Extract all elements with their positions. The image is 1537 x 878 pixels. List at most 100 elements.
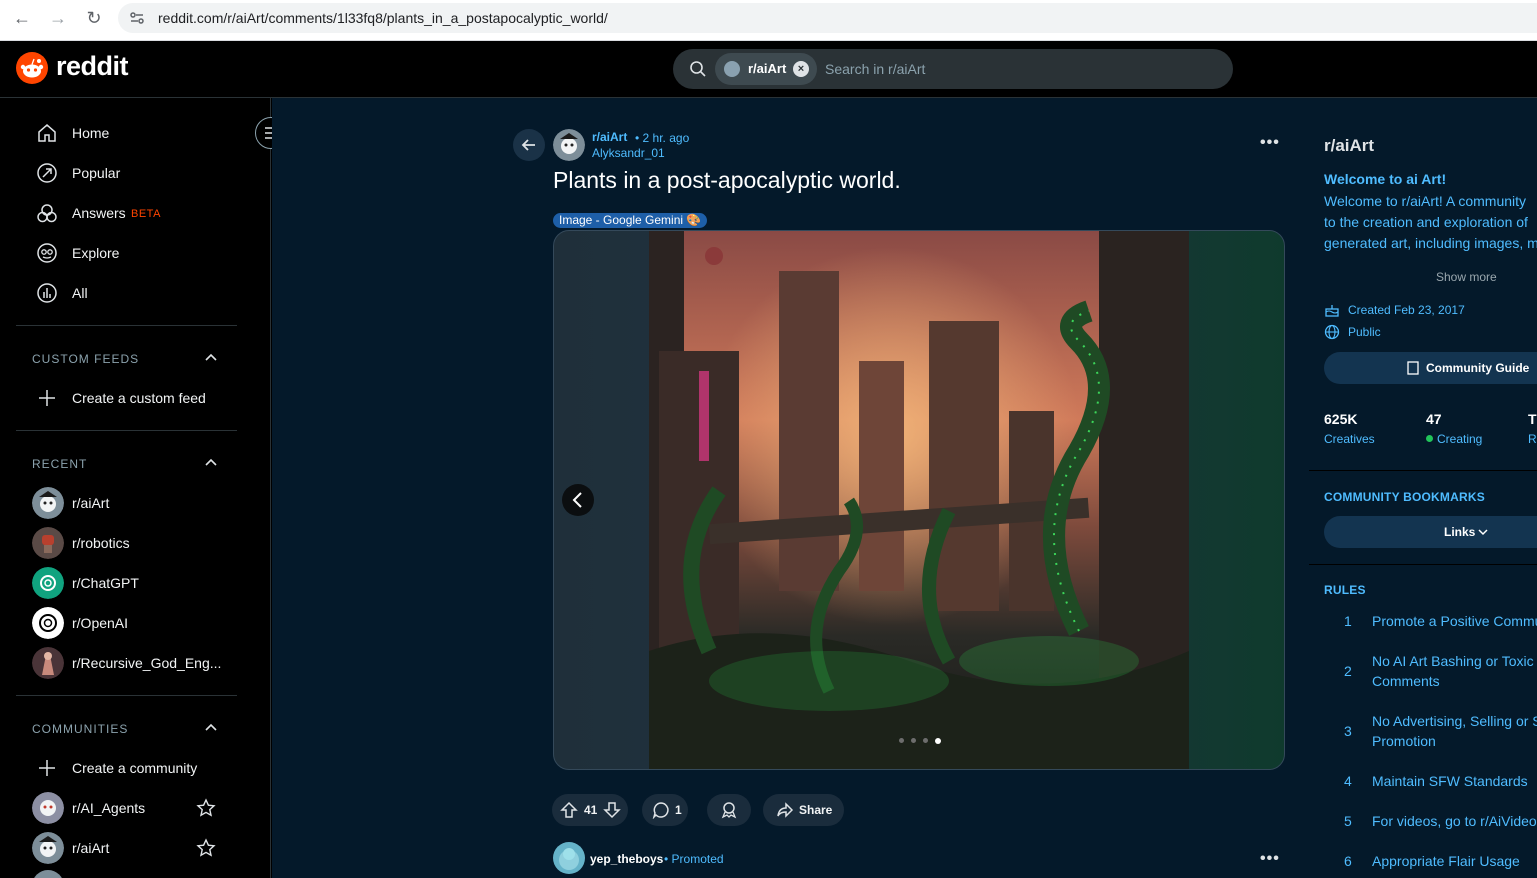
rule-text: No AI Art Bashing or Toxic xyxy=(1372,653,1534,669)
rule-text: For videos, go to r/AiVideo xyxy=(1372,813,1537,829)
browser-back-icon[interactable]: ← xyxy=(9,7,35,29)
custom-feeds-header[interactable]: CUSTOM FEEDS xyxy=(32,352,139,366)
left-sidebar: Home Popular Answers BETA Explore All CU… xyxy=(0,98,271,878)
cake-icon xyxy=(1325,305,1339,317)
sidebar-item-recent-openai[interactable]: r/OpenAI xyxy=(32,603,242,643)
chevron-down-icon xyxy=(1478,529,1488,536)
reddit-wordmark[interactable]: reddit xyxy=(56,51,129,82)
rule-number: 6 xyxy=(1344,853,1352,869)
sidebar-item-recent-chatgpt[interactable]: r/ChatGPT xyxy=(32,563,242,603)
search-bar[interactable]: r/aiArt × Search in r/aiArt xyxy=(673,49,1233,89)
sidebar-item-home[interactable]: Home xyxy=(32,113,242,153)
rule-item[interactable]: Appropriate Flair Usage xyxy=(1372,851,1520,871)
stat-members-value: 625K xyxy=(1324,411,1358,427)
rule-item[interactable]: Maintain SFW Standards xyxy=(1372,771,1528,791)
subreddit-avatar xyxy=(724,61,740,77)
create-custom-feed-button[interactable]: Create a custom feed xyxy=(32,378,242,418)
rule-item[interactable]: For videos, go to r/AiVideo xyxy=(1372,811,1537,831)
site-settings-icon[interactable] xyxy=(128,9,146,27)
browser-reload-icon[interactable]: ↻ xyxy=(81,7,107,29)
post-flair[interactable]: Image - Google Gemini 🎨 xyxy=(553,213,708,228)
browser-toolbar: ← → ↻ reddit.com/r/aiArt/comments/1l33fq… xyxy=(0,0,1537,41)
gallery-dot[interactable] xyxy=(935,737,941,744)
sidebar-item-popular[interactable]: Popular xyxy=(32,153,242,193)
description-line: generated art, including images, m xyxy=(1324,235,1537,251)
rule-text: Promotion xyxy=(1372,733,1436,749)
comments-button[interactable]: 1 xyxy=(642,794,688,826)
recent-header[interactable]: RECENT xyxy=(32,457,87,471)
more-options-icon[interactable]: ••• xyxy=(1260,134,1280,152)
community-description: Welcome to r/aiArt! A community to the c… xyxy=(1324,191,1537,254)
search-input[interactable]: Search in r/aiArt xyxy=(825,61,925,77)
promoted-avatar[interactable] xyxy=(553,842,585,874)
rule-item[interactable]: No AI Art Bashing or Toxic Comments xyxy=(1372,651,1534,691)
globe-icon xyxy=(1324,324,1340,340)
share-button[interactable]: Share xyxy=(763,794,844,826)
chevron-up-icon[interactable] xyxy=(203,720,219,736)
sidebar-item-recent-aiart[interactable]: r/aiArt xyxy=(32,483,242,523)
award-button[interactable] xyxy=(707,794,751,826)
gallery-previous-button[interactable] xyxy=(562,484,594,516)
sidebar-item-answers[interactable]: Answers BETA xyxy=(32,193,242,233)
sidebar-item-recent-robotics[interactable]: r/robotics xyxy=(32,523,242,563)
sidebar-item-all[interactable]: All xyxy=(32,273,242,313)
sidebar-divider xyxy=(16,430,237,431)
links-label: Links xyxy=(1444,525,1476,539)
community-guide-button[interactable]: Community Guide xyxy=(1324,352,1537,384)
promoted-user-link[interactable]: yep_theboys xyxy=(590,852,663,866)
show-more-button[interactable]: Show more xyxy=(1436,270,1497,284)
rule-item[interactable]: No Advertising, Selling or S Promotion xyxy=(1372,711,1537,751)
community-avatar[interactable] xyxy=(32,870,64,878)
chevron-up-icon[interactable] xyxy=(203,350,219,366)
star-icon[interactable] xyxy=(196,798,216,818)
browser-forward-icon[interactable]: → xyxy=(45,7,71,29)
sidebar-item-explore[interactable]: Explore xyxy=(32,233,242,273)
sidebar-divider xyxy=(16,325,237,326)
rule-item[interactable]: Promote a Positive Commu xyxy=(1372,611,1537,631)
create-community-label: Create a community xyxy=(72,760,198,776)
star-icon[interactable] xyxy=(196,838,216,858)
links-button[interactable]: Links xyxy=(1324,516,1537,548)
post-main: r/aiArt • 2 hr. ago Alyksandr_01 ••• Pla… xyxy=(272,98,1309,878)
sidebar-item-community-aiart[interactable]: r/aiArt xyxy=(32,828,242,868)
post-author-link[interactable]: Alyksandr_01 xyxy=(592,146,665,160)
rule-text: Comments xyxy=(1372,673,1440,689)
stat-rank-label: R xyxy=(1528,432,1537,446)
gallery-dot[interactable] xyxy=(923,738,928,743)
online-dot xyxy=(1426,435,1433,442)
post-image[interactable] xyxy=(649,231,1189,770)
search-scope-label: r/aiArt xyxy=(748,61,787,76)
rule-text: No Advertising, Selling or S xyxy=(1372,713,1537,729)
right-sidebar: r/aiArt Welcome to ai Art! Welcome to r/… xyxy=(1309,98,1537,878)
share-icon xyxy=(777,802,794,818)
create-community-button[interactable]: Create a community xyxy=(32,748,242,788)
upvote-icon[interactable] xyxy=(560,801,578,819)
online-label: Creating xyxy=(1437,432,1483,446)
chevron-up-icon[interactable] xyxy=(203,455,219,471)
gallery-dot[interactable] xyxy=(899,738,904,743)
sidebar-item-recent-recursive[interactable]: r/Recursive_God_Eng... xyxy=(32,643,242,683)
sidebar-item-label: Popular xyxy=(72,165,121,181)
close-icon[interactable]: × xyxy=(793,61,809,77)
rule-number: 5 xyxy=(1344,813,1352,829)
sidebar-item-label: r/AI_Agents xyxy=(72,800,146,816)
address-bar[interactable]: reddit.com/r/aiArt/comments/1l33fq8/plan… xyxy=(118,3,1537,33)
beta-badge: BETA xyxy=(131,208,161,220)
more-options-icon[interactable]: ••• xyxy=(1260,850,1280,868)
sidebar-item-community-ai-agents[interactable]: r/AI_Agents xyxy=(32,788,242,828)
downvote-icon[interactable] xyxy=(603,801,621,819)
image-gallery[interactable] xyxy=(553,230,1285,770)
subreddit-avatar[interactable] xyxy=(553,129,585,161)
gallery-dot[interactable] xyxy=(911,738,916,743)
communities-header[interactable]: COMMUNITIES xyxy=(32,722,128,736)
back-button[interactable] xyxy=(513,129,545,161)
search-scope-chip[interactable]: r/aiArt × xyxy=(715,53,817,85)
comment-icon xyxy=(652,802,669,819)
aiart-avatar xyxy=(32,832,64,864)
community-name[interactable]: r/aiArt xyxy=(1324,136,1374,156)
recursive-god-avatar xyxy=(32,647,64,679)
sidebar-item-label: r/robotics xyxy=(72,535,130,551)
post-subreddit-link[interactable]: r/aiArt xyxy=(592,130,627,144)
reddit-logo-icon[interactable] xyxy=(16,52,48,84)
chevron-left-icon xyxy=(572,492,582,508)
